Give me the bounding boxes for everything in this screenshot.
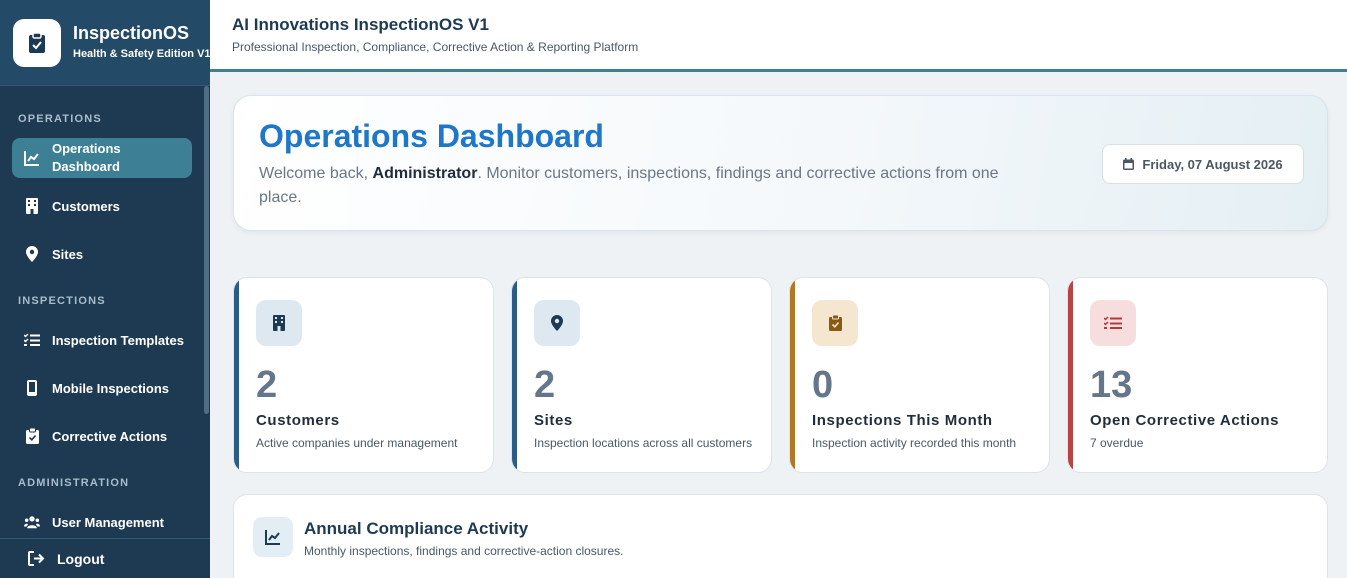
panel-title: Annual Compliance Activity [304,519,529,538]
stat-title: Open Corrective Actions [1090,412,1280,429]
clipboard-check-icon [13,19,61,67]
app-subtitle: Professional Inspection, Compliance, Cor… [232,40,639,54]
sidebar-item-inspection-templates[interactable]: Inspection Templates [12,320,192,360]
top-bar: AI Innovations InspectionOS V1 Professio… [210,0,1347,72]
sidebar-item-label: Mobile Inspections [52,380,170,396]
app-title: AI Innovations InspectionOS V1 [232,15,489,34]
user-name: Administrator [372,165,478,182]
sidebar-item-label: Customers [52,198,120,214]
sidebar-item-label: Sites [52,246,84,262]
section-label-inspections: INSPECTIONS [18,295,106,307]
logout-button[interactable]: Logout [0,538,210,578]
logout-icon [28,551,45,566]
clipboard-check-icon [812,300,858,346]
stat-value: 2 [256,364,278,406]
stat-description: Inspection activity recorded this month [812,436,1017,450]
users-icon [24,514,40,530]
building-icon [256,300,302,346]
sidebar-item-sites[interactable]: Sites [12,234,192,274]
list-check-icon [1090,300,1136,346]
stat-card-customers[interactable]: 2 Customers Active companies under manag… [233,277,494,473]
stat-title: Inspections This Month [812,412,993,429]
stat-description: Inspection locations across all customer… [534,436,753,450]
sidebar-scrollbar[interactable] [204,86,209,414]
stat-description: 7 overdue [1090,436,1144,450]
stat-description: Active companies under management [256,436,458,450]
stat-value: 13 [1090,364,1133,406]
stat-value: 2 [534,364,556,406]
calendar-icon [1123,158,1135,170]
welcome-banner: Operations Dashboard Welcome back, Admin… [233,95,1328,231]
welcome-message: Welcome back, Administrator. Monitor cus… [259,162,1019,210]
section-label-operations: OPERATIONS [18,113,102,125]
stat-title: Customers [256,412,340,429]
sidebar-item-customers[interactable]: Customers [12,186,192,226]
clipboard-check-icon [24,428,40,444]
brand-title: InspectionOS [73,23,190,43]
list-check-icon [24,332,40,348]
stat-card-inspections-this-month[interactable]: 0 Inspections This Month Inspection acti… [789,277,1050,473]
sidebar-item-label: Operations Dashboard [52,141,121,174]
card-accent-bar [790,278,795,472]
map-pin-icon [534,300,580,346]
card-accent-bar [512,278,517,472]
sidebar-item-operations-dashboard[interactable]: Operations Dashboard [12,138,192,178]
logout-label: Logout [57,550,105,567]
sidebar-item-mobile-inspections[interactable]: Mobile Inspections [12,368,192,408]
annual-compliance-panel: Annual Compliance Activity Monthly inspe… [233,494,1328,578]
section-label-administration: ADMINISTRATION [18,477,130,489]
stat-card-sites[interactable]: 2 Sites Inspection locations across all … [511,277,772,473]
page-title: Operations Dashboard [259,118,604,154]
chart-line-icon [24,150,40,166]
map-pin-icon [24,246,40,262]
building-icon [24,198,40,214]
welcome-prefix: Welcome back, [259,165,373,182]
chart-line-icon [253,517,293,557]
panel-subtitle: Monthly inspections, findings and correc… [304,544,624,558]
stat-value: 0 [812,364,834,406]
current-date: Friday, 07 August 2026 [1142,156,1283,172]
brand-subtitle: Health & Safety Edition V1 [73,48,210,60]
sidebar-item-label: Corrective Actions [52,428,168,444]
brand-header: InspectionOS Health & Safety Edition V1 [0,0,210,86]
sidebar-item-label: User Management [52,514,164,530]
card-accent-bar [234,278,239,472]
sidebar-item-user-management[interactable]: User Management [12,502,192,542]
card-accent-bar [1068,278,1073,472]
stat-title: Sites [534,412,573,429]
sidebar-item-corrective-actions[interactable]: Corrective Actions [12,416,192,456]
sidebar: InspectionOS Health & Safety Edition V1 … [0,0,210,578]
date-badge: Friday, 07 August 2026 [1102,144,1304,184]
stat-card-open-corrective-actions[interactable]: 13 Open Corrective Actions 7 overdue [1067,277,1328,473]
sidebar-item-label: Inspection Templates [52,332,184,348]
mobile-icon [24,380,40,396]
